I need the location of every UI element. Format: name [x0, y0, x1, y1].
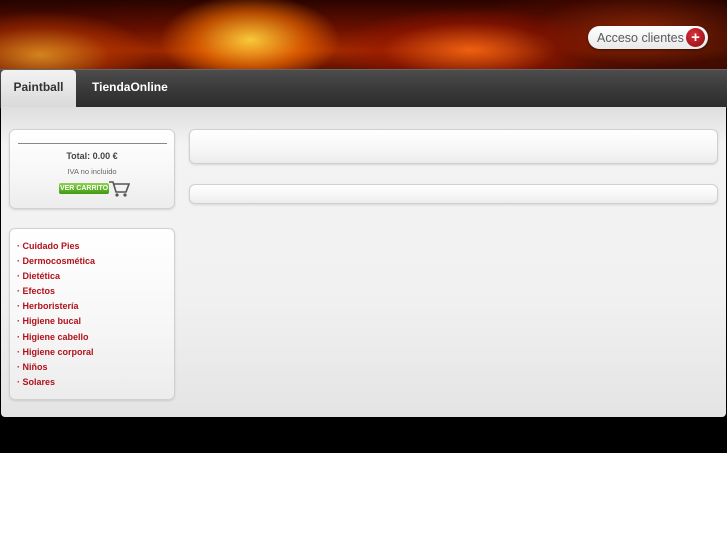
main-nav: Paintball TiendaOnline	[0, 69, 727, 108]
category-item[interactable]: · Herboristería	[17, 299, 95, 314]
tab-paintball[interactable]: Paintball	[1, 70, 76, 108]
tab-tiendaonline[interactable]: TiendaOnline	[92, 70, 168, 108]
content-area: Total: 0.00 € IVA no incluido VER CARRIT…	[1, 107, 726, 417]
category-item[interactable]: · Higiene bucal	[17, 314, 95, 329]
divider	[18, 143, 167, 144]
plus-circle-icon: +	[686, 28, 705, 47]
shopping-cart-icon	[109, 181, 130, 197]
category-item[interactable]: · Dietética	[17, 269, 95, 284]
view-cart-button[interactable]: VER CARRITO	[59, 180, 131, 198]
category-box: · Cuidado Pies · Dermocosmética · Dietét…	[9, 228, 175, 400]
tax-note: IVA no incluido	[67, 167, 117, 176]
category-list: · Cuidado Pies · Dermocosmética · Dietét…	[17, 239, 95, 390]
category-item[interactable]: · Efectos	[17, 284, 95, 299]
view-cart-label: VER CARRITO	[59, 183, 109, 194]
client-login-button[interactable]: Acceso clientes +	[588, 26, 708, 49]
category-item[interactable]: · Solares	[17, 375, 95, 390]
category-item[interactable]: · Dermocosmética	[17, 254, 95, 269]
client-login-label: Acceso clientes	[597, 30, 684, 45]
main-panel-secondary	[189, 184, 718, 204]
page-stage: Acceso clientes + Paintball TiendaOnline…	[0, 0, 727, 453]
main-panel-top	[189, 129, 718, 164]
category-item[interactable]: · Cuidado Pies	[17, 239, 95, 254]
cart-total: Total: 0.00 €	[66, 151, 118, 161]
category-item[interactable]: · Niños	[17, 360, 95, 375]
cart-summary-box: Total: 0.00 € IVA no incluido VER CARRIT…	[9, 129, 175, 209]
category-item[interactable]: · Higiene corporal	[17, 345, 95, 360]
category-item[interactable]: · Higiene cabello	[17, 330, 95, 345]
